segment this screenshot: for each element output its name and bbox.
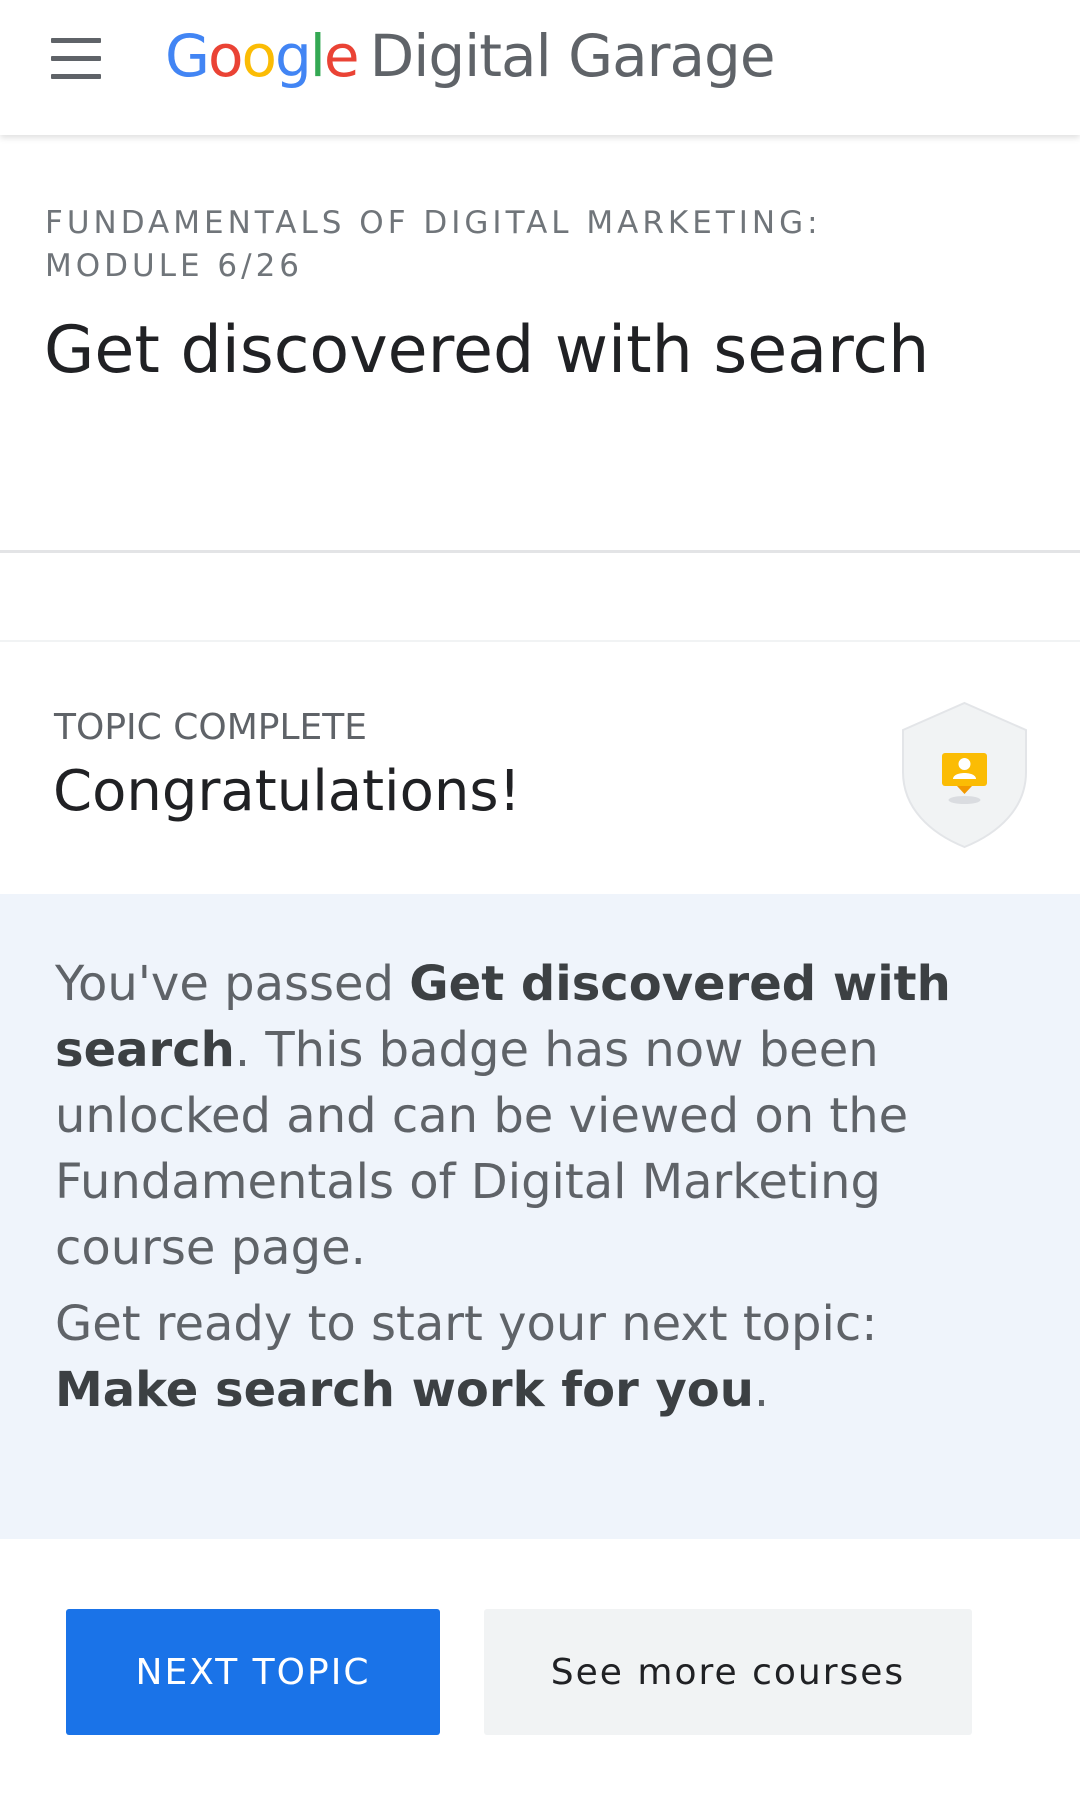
hamburger-menu-icon[interactable]: [40, 30, 112, 90]
module-eyebrow: FUNDAMENTALS OF DIGITAL MARKETING: MODUL…: [45, 205, 822, 284]
message-text: .: [753, 1362, 770, 1418]
message-text: You've passed: [55, 956, 410, 1012]
badge-unlocked-message: You've passed Get discovered with search…: [55, 951, 1015, 1281]
module-header: FUNDAMENTALS OF DIGITAL MARKETING: MODUL…: [0, 135, 1080, 553]
topic-status-label: TOPIC COMPLETE: [54, 707, 368, 748]
menu-bar: [51, 74, 101, 79]
topic-badge-icon: [902, 701, 1027, 849]
completion-message-panel: You've passed Get discovered with search…: [0, 894, 1080, 1539]
logo-letter: G: [165, 22, 210, 90]
google-digital-garage-logo[interactable]: Google Digital Garage: [165, 22, 776, 102]
logo-letter: o: [207, 22, 243, 90]
next-topic-button[interactable]: NEXT TOPIC: [66, 1609, 440, 1735]
logo-letter: o: [241, 22, 276, 90]
app-header: Google Digital Garage: [0, 0, 1080, 135]
menu-bar: [51, 56, 101, 61]
logo-letter: l: [309, 22, 326, 90]
completion-card: TOPIC COMPLETE Congratulations! You've p…: [0, 640, 1080, 1803]
menu-bar: [51, 38, 101, 43]
next-topic-message: Get ready to start your next topic: Make…: [55, 1291, 1015, 1423]
message-text: Get ready to start your next topic:: [55, 1296, 878, 1352]
section-divider: [0, 553, 1080, 643]
page-title: Get discovered with search: [44, 313, 930, 388]
logo-letter: g: [274, 22, 312, 90]
congratulations-heading: Congratulations!: [53, 759, 521, 824]
badge-person-head: [958, 758, 971, 770]
logo-letter: e: [323, 22, 360, 90]
logo-suffix: Digital Garage: [369, 22, 776, 90]
badge-shadow: [948, 796, 981, 804]
next-topic-name: Make search work for you: [55, 1362, 754, 1418]
see-more-courses-button[interactable]: See more courses: [484, 1609, 972, 1735]
